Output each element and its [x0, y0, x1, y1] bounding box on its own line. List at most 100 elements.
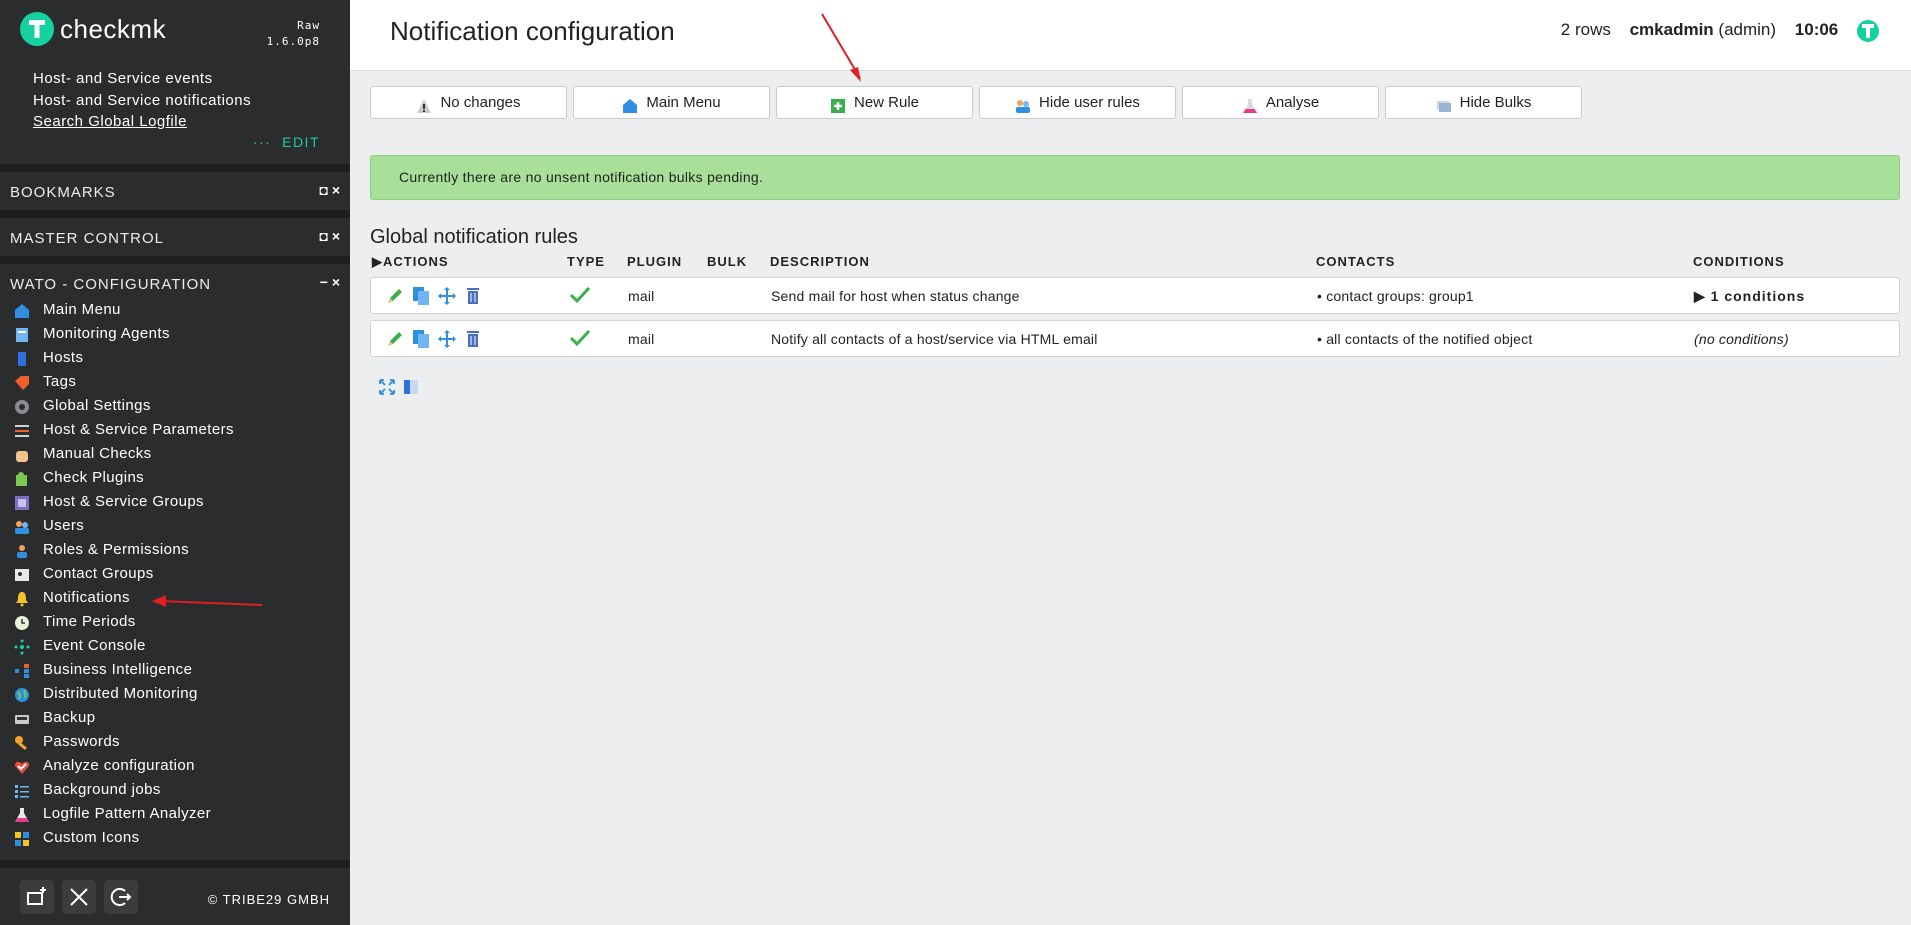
user-role: (admin) [1718, 20, 1777, 40]
sidebar-item-label: Host & Service Groups [43, 493, 204, 510]
brand-name: checkmk [60, 14, 167, 44]
sidebar-item-roles-permissions[interactable]: Roles & Permissions [14, 540, 334, 562]
sidebar-item-label: Backup [43, 709, 96, 726]
version-label: 1.6.0p8 [266, 35, 320, 48]
sidebar-item-label: Analyze configuration [43, 757, 195, 774]
sidebar-item-manual-checks[interactable]: Manual Checks [14, 444, 334, 466]
sidebar-item-backup[interactable]: Backup [14, 708, 334, 730]
sidebar-item-business-intelligence[interactable]: Business Intelligence [14, 660, 334, 682]
sidebar-item-monitoring-agents[interactable]: Monitoring Agents [14, 324, 334, 346]
delete-icon[interactable] [463, 286, 483, 306]
hide-user-rules-button[interactable]: Hide user rules [979, 86, 1176, 119]
edit-icon[interactable] [385, 329, 405, 349]
analyze-icon [14, 759, 30, 775]
hide-user-rules-label: Hide user rules [1039, 94, 1140, 111]
clone-icon[interactable] [411, 286, 431, 306]
sidebar-item-label: Main Menu [43, 301, 121, 318]
key-icon [14, 735, 30, 751]
header-info: 2 rows cmkadmin (admin) 10:06 [1547, 20, 1879, 42]
bell-icon [14, 591, 30, 607]
link-search-global-logfile[interactable]: Search Global Logfile [33, 113, 187, 130]
sidebar-toggle-icon[interactable] [402, 378, 420, 401]
sidebar-item-time-periods[interactable]: Time Periods [14, 612, 334, 634]
edit-icon[interactable] [385, 286, 405, 306]
sidebar-item-event-console[interactable]: Event Console [14, 636, 334, 658]
sidebar-item-label: Manual Checks [43, 445, 152, 462]
clock-icon [14, 615, 30, 631]
separator [0, 860, 350, 868]
new-rule-button[interactable]: New Rule [776, 86, 973, 119]
sidebar-item-label: Tags [43, 373, 77, 390]
bi-icon [14, 663, 30, 679]
analyse-button[interactable]: Analyse [1182, 86, 1379, 119]
link-host-service-notifications[interactable]: Host- and Service notifications [33, 92, 251, 109]
sidebar-item-tags[interactable]: Tags [14, 372, 334, 394]
sidebar-item-notifications[interactable]: Notifications [14, 588, 334, 610]
no-changes-label: No changes [440, 94, 521, 111]
row-actions [385, 286, 489, 306]
master-control-snapin-header[interactable]: MASTER CONTROL ◘ × [0, 218, 350, 256]
wato-snapin-header[interactable]: WATO - CONFIGURATION − × [0, 264, 350, 302]
table-row: mail Notify all contacts of a host/servi… [370, 320, 1900, 357]
sidebar-item-background-jobs[interactable]: Background jobs [14, 780, 334, 802]
settings-tools-button[interactable] [62, 880, 96, 914]
sidebar-item-users[interactable]: Users [14, 516, 334, 538]
delete-icon[interactable] [463, 329, 483, 349]
snapin-controls[interactable]: − × [320, 274, 340, 290]
flask-icon [1242, 94, 1258, 113]
sidebar-item-global-settings[interactable]: Global Settings [14, 396, 334, 418]
bulk-header: BULK [707, 254, 748, 269]
edition-label: Raw [297, 19, 320, 32]
users-icon [14, 519, 30, 535]
add-icon [830, 94, 846, 113]
rule-contacts: • contact groups: group1 [1317, 288, 1474, 304]
top-bar: Notification configuration 2 rows cmkadm… [350, 0, 1911, 71]
sidebar-item-check-plugins[interactable]: Check Plugins [14, 468, 334, 490]
sidebar-item-passwords[interactable]: Passwords [14, 732, 334, 754]
main-menu-button[interactable]: Main Menu [573, 86, 770, 119]
move-icon[interactable] [437, 286, 457, 306]
add-snapin-button[interactable] [20, 880, 54, 914]
checkmk-logo-icon[interactable] [20, 12, 54, 46]
roles-icon [14, 543, 30, 559]
globe-icon [14, 687, 30, 703]
snapin-controls[interactable]: ◘ × [319, 182, 340, 198]
expand-all-icon[interactable] [378, 378, 396, 401]
sidebar-item-main-menu[interactable]: Main Menu [14, 300, 334, 322]
logout-button[interactable] [104, 880, 138, 914]
snapin-controls[interactable]: ◘ × [319, 228, 340, 244]
sidebar-item-logfile-pattern-analyzer[interactable]: Logfile Pattern Analyzer [14, 804, 334, 826]
sidebar-item-label: Hosts [43, 349, 84, 366]
rule-conditions[interactable]: ▶ 1 conditions [1694, 288, 1805, 305]
sidebar-item-host-service-parameters[interactable]: Host & Service Parameters [14, 420, 334, 442]
sidebar-item-hosts[interactable]: Hosts [14, 348, 334, 370]
edit-link[interactable]: ··· EDIT [253, 134, 320, 150]
actions-header[interactable]: ▶ACTIONS [372, 254, 449, 270]
type-enabled-icon [568, 327, 592, 352]
sidebar-header: checkmk Raw 1.6.0p8 [0, 0, 350, 70]
move-icon[interactable] [437, 329, 457, 349]
link-host-service-events[interactable]: Host- and Service events [33, 70, 213, 87]
main-content: Notification configuration 2 rows cmkadm… [350, 0, 1911, 925]
sidebar-item-custom-icons[interactable]: Custom Icons [14, 828, 334, 850]
hand-icon [14, 447, 30, 463]
rule-contacts: • all contacts of the notified object [1317, 331, 1533, 347]
contact-groups-icon [14, 567, 30, 583]
page-title: Notification configuration [390, 16, 675, 46]
bookmarks-snapin-header[interactable]: BOOKMARKS ◘ × [0, 172, 350, 210]
sidebar-item-distributed-monitoring[interactable]: Distributed Monitoring [14, 684, 334, 706]
clone-icon[interactable] [411, 329, 431, 349]
sidebar-item-host-service-groups[interactable]: Host & Service Groups [14, 492, 334, 514]
parameters-icon [14, 423, 30, 439]
new-rule-label: New Rule [853, 94, 920, 111]
sidebar-item-contact-groups[interactable]: Contact Groups [14, 564, 334, 586]
bookmarks-title: BOOKMARKS [10, 184, 116, 201]
bulks-icon [1436, 94, 1452, 112]
sidebar-item-analyze-configuration[interactable]: Analyze configuration [14, 756, 334, 778]
checkmk-logo-icon[interactable] [1857, 20, 1879, 42]
user-info[interactable]: cmkadmin (admin) [1630, 20, 1776, 39]
separator [0, 164, 350, 172]
no-changes-button[interactable]: No changes [370, 86, 567, 119]
sidebar-item-label: Custom Icons [43, 829, 140, 846]
hide-bulks-button[interactable]: Hide Bulks [1385, 86, 1582, 119]
